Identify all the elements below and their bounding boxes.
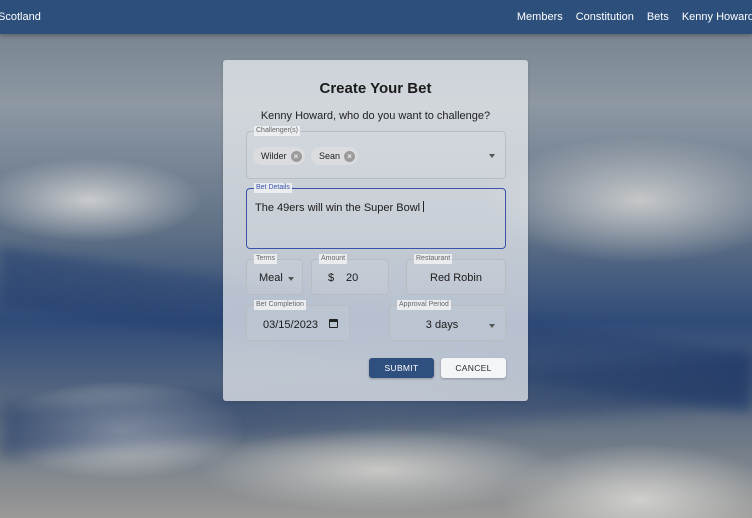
terms-label: Terms	[254, 254, 278, 264]
calendar-icon[interactable]	[329, 319, 338, 328]
amount-input[interactable]: Amount $ 20	[311, 254, 389, 295]
bet-completion-value: 03/15/2023	[263, 319, 319, 331]
navbar: Scotland Members Constitution Bets Kenny…	[0, 0, 752, 34]
challengers-label: Challenger(s)	[254, 126, 301, 136]
bet-completion-label: Bet Completion	[254, 300, 306, 310]
text-cursor	[423, 201, 425, 212]
restaurant-label: Restaurant	[414, 254, 453, 264]
page-title: Create Your Bet	[319, 80, 432, 97]
approval-period-value: 3 days	[425, 319, 459, 331]
terms-select[interactable]: Terms Meal	[246, 254, 303, 295]
chevron-down-icon[interactable]	[288, 277, 294, 281]
bet-details-textarea[interactable]: Bet Details The 49ers will win the Super…	[246, 183, 506, 249]
challengers-select[interactable]: Challenger(s) Wilder × Sean ×	[246, 126, 506, 179]
form-subtitle: Kenny Howard, who do you want to challen…	[260, 110, 491, 122]
chip-label: Sean	[319, 151, 341, 161]
restaurant-input[interactable]: Restaurant Red Robin	[406, 254, 506, 295]
cancel-button[interactable]: CANCEL	[441, 358, 506, 378]
create-bet-card: Create Your Bet Kenny Howard, who do you…	[223, 60, 528, 401]
bet-completion-date-input[interactable]: Bet Completion 03/15/2023	[246, 300, 350, 341]
nav-links: Members Constitution Bets Kenny Howard	[517, 11, 752, 23]
nav-link-constitution[interactable]: Constitution	[576, 11, 634, 23]
chip-remove-icon[interactable]: ×	[344, 150, 356, 162]
currency-symbol: $	[328, 272, 335, 284]
chip-label: Wilder	[261, 151, 287, 161]
challenger-chip: Sean ×	[311, 147, 359, 165]
amount-value: 20	[346, 272, 359, 284]
amount-label: Amount	[319, 254, 348, 264]
chevron-down-icon[interactable]	[489, 154, 495, 158]
nav-link-bets[interactable]: Bets	[647, 11, 669, 23]
submit-button[interactable]: SUBMIT	[369, 358, 434, 378]
nav-link-user[interactable]: Kenny Howard	[682, 11, 752, 23]
brand-link[interactable]: Scotland	[0, 11, 41, 23]
terms-value: Meal	[259, 272, 283, 284]
chevron-down-icon[interactable]	[489, 324, 495, 328]
bet-details-label: Bet Details	[254, 183, 292, 193]
approval-period-label: Approval Period	[397, 300, 451, 310]
bet-details-value: The 49ers will win the Super Bowl	[255, 201, 425, 214]
challenger-chip: Wilder ×	[253, 147, 305, 165]
bet-details-text: The 49ers will win the Super Bowl	[255, 202, 421, 214]
chip-remove-icon[interactable]: ×	[290, 150, 302, 162]
approval-period-select[interactable]: Approval Period 3 days	[389, 300, 506, 341]
nav-link-members[interactable]: Members	[517, 11, 563, 23]
restaurant-value: Red Robin	[430, 272, 482, 284]
